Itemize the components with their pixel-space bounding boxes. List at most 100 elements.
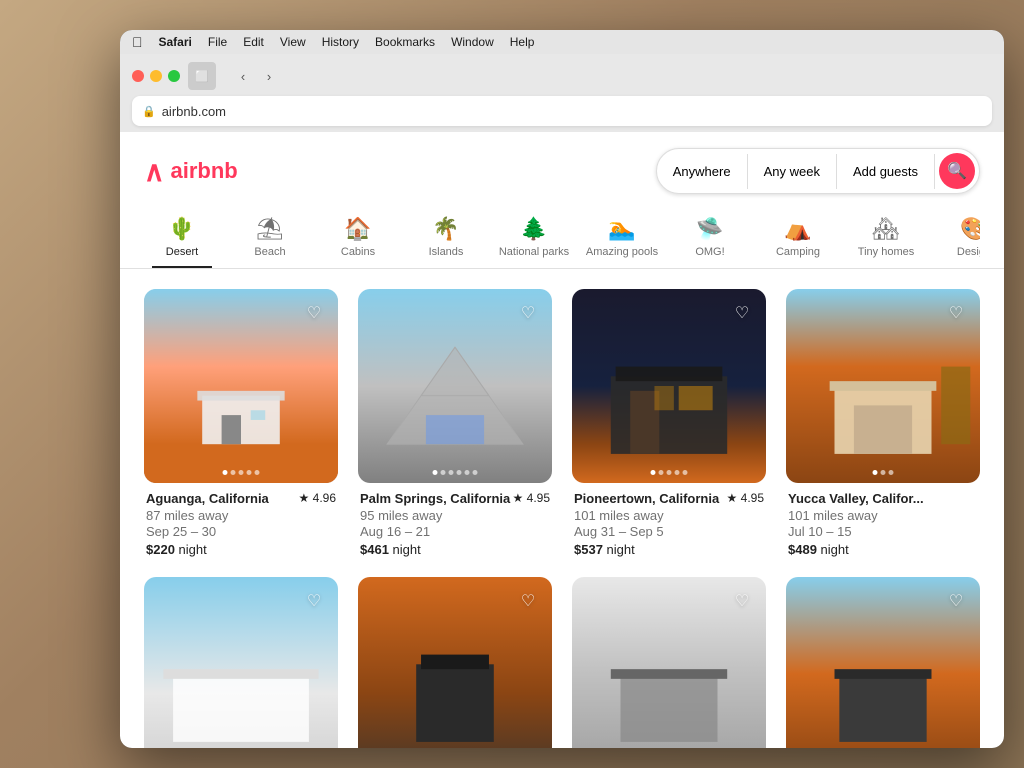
maximize-button[interactable] xyxy=(168,70,180,82)
category-camping[interactable]: ⛺ Camping xyxy=(768,210,828,268)
listing-dates: Sep 25 – 30 xyxy=(146,524,336,539)
dot xyxy=(247,470,252,475)
url-text: airbnb.com xyxy=(162,104,226,119)
category-nav: 🌵 Desert ⛱ Beach 🏠 Cabins 🌴 Islands 🌲 xyxy=(144,210,980,268)
search-bar: Anywhere Any week Add guests 🔍 xyxy=(656,148,980,194)
listing-image: ♡ xyxy=(786,289,980,483)
dot xyxy=(223,470,228,475)
forward-button[interactable]: › xyxy=(258,65,280,87)
category-islands[interactable]: 🌴 Islands xyxy=(416,210,476,268)
category-desert[interactable]: 🌵 Desert xyxy=(152,210,212,268)
search-any-week[interactable]: Any week xyxy=(748,154,837,189)
listing-rating: ★ 4.95 xyxy=(727,491,764,505)
search-add-guests[interactable]: Add guests xyxy=(837,154,935,189)
category-omg[interactable]: 🛸 OMG! xyxy=(680,210,740,268)
listing-info: Pioneertown, California ★ 4.95 101 miles… xyxy=(572,491,766,557)
desert-icon: 🌵 xyxy=(168,218,195,240)
dot xyxy=(873,470,878,475)
menu-edit[interactable]: Edit xyxy=(243,35,264,49)
listing-card[interactable]: ♡ xyxy=(786,577,980,748)
wishlist-button[interactable]: ♡ xyxy=(728,299,756,327)
category-design[interactable]: 🎨 Design xyxy=(944,210,980,268)
category-cabins[interactable]: 🏠 Cabins xyxy=(328,210,388,268)
search-button[interactable]: 🔍 xyxy=(939,153,975,189)
wishlist-button[interactable]: ♡ xyxy=(942,587,970,615)
category-amazing-pools[interactable]: 🏊 Amazing pools xyxy=(592,210,652,268)
dot xyxy=(667,470,672,475)
back-button[interactable]: ‹ xyxy=(232,65,254,87)
listing-title-row: Pioneertown, California ★ 4.95 xyxy=(574,491,764,506)
browser-chrome: ⬜ ‹ › 🔒 airbnb.com xyxy=(120,54,1004,132)
listing-info: Aguanga, California ★ 4.96 87 miles away… xyxy=(144,491,338,557)
menu-window[interactable]: Window xyxy=(451,35,494,49)
listing-card[interactable]: ♡ Palm Springs, California xyxy=(358,289,552,557)
dot xyxy=(889,470,894,475)
image-dots xyxy=(433,470,478,475)
listing-location: Aguanga, California xyxy=(146,491,269,506)
image-dots xyxy=(223,470,260,475)
listing-title-row: Palm Springs, California ★ 4.95 xyxy=(360,491,550,506)
category-national-parks-label: National parks xyxy=(499,246,569,258)
category-desert-label: Desert xyxy=(166,246,198,258)
listing-dates: Jul 10 – 15 xyxy=(788,524,978,539)
menu-file[interactable]: File xyxy=(208,35,227,49)
search-anywhere[interactable]: Anywhere xyxy=(657,154,748,189)
listing-location: Pioneertown, California xyxy=(574,491,719,506)
wishlist-button[interactable]: ♡ xyxy=(300,587,328,615)
category-amazing-pools-label: Amazing pools xyxy=(586,246,658,258)
airbnb-logo[interactable]: ∧ airbnb xyxy=(144,155,238,188)
omg-icon: 🛸 xyxy=(696,218,723,240)
camping-icon: ⛺ xyxy=(784,218,811,240)
listing-card[interactable]: ♡ xyxy=(358,577,552,748)
category-cabins-label: Cabins xyxy=(341,246,375,258)
wishlist-button[interactable]: ♡ xyxy=(514,299,542,327)
listing-card[interactable]: ♡ Aguanga, California ★ 4.96 xyxy=(144,289,338,557)
listing-info: Palm Springs, California ★ 4.95 95 miles… xyxy=(358,491,552,557)
listing-distance: 101 miles away xyxy=(788,508,978,523)
menu-help[interactable]: Help xyxy=(510,35,535,49)
airbnb-header: ∧ airbnb Anywhere Any week Add guests 🔍 … xyxy=(120,132,1004,269)
listing-card[interactable]: ♡ xyxy=(572,577,766,748)
category-national-parks[interactable]: 🌲 National parks xyxy=(504,210,564,268)
dot xyxy=(683,470,688,475)
traffic-lights xyxy=(132,70,180,82)
category-camping-label: Camping xyxy=(776,246,820,258)
listing-card[interactable]: ♡ Pioneertown, California ★ 4.95 xyxy=(572,289,766,557)
listing-dates: Aug 31 – Sep 5 xyxy=(574,524,764,539)
wishlist-button[interactable]: ♡ xyxy=(942,299,970,327)
app-name[interactable]: Safari xyxy=(159,35,192,49)
dot xyxy=(239,470,244,475)
header-top: ∧ airbnb Anywhere Any week Add guests 🔍 xyxy=(144,148,980,194)
dot xyxy=(457,470,462,475)
listing-card[interactable]: ♡ xyxy=(144,577,338,748)
listing-image: ♡ xyxy=(572,289,766,483)
dot xyxy=(659,470,664,475)
browser-nav: ‹ › xyxy=(232,65,280,87)
minimize-button[interactable] xyxy=(150,70,162,82)
address-bar[interactable]: 🔒 airbnb.com xyxy=(132,96,992,126)
category-tiny-homes[interactable]: 🏘 Tiny homes xyxy=(856,210,916,268)
listings-section: ♡ Aguanga, California ★ 4.96 xyxy=(120,269,1004,748)
listings-grid: ♡ Aguanga, California ★ 4.96 xyxy=(144,289,980,557)
image-dots xyxy=(651,470,688,475)
tab-icon: ⬜ xyxy=(188,62,216,90)
lock-icon: 🔒 xyxy=(142,105,156,118)
menu-bookmarks[interactable]: Bookmarks xyxy=(375,35,435,49)
wishlist-button[interactable]: ♡ xyxy=(514,587,542,615)
listing-location: Yucca Valley, Califor... xyxy=(788,491,924,506)
listing-card[interactable]: ♡ Yucca Valley, Califor... 101 miles awa xyxy=(786,289,980,557)
apple-menu[interactable]:  xyxy=(132,34,143,50)
dot xyxy=(255,470,260,475)
listing-price: $461 night xyxy=(360,542,550,557)
menu-history[interactable]: History xyxy=(322,35,359,49)
listing-image: ♡ xyxy=(786,577,980,748)
menu-view[interactable]: View xyxy=(280,35,306,49)
listing-image: ♡ xyxy=(144,577,338,748)
wishlist-button[interactable]: ♡ xyxy=(300,299,328,327)
close-button[interactable] xyxy=(132,70,144,82)
address-bar-row: 🔒 airbnb.com xyxy=(132,96,992,126)
wishlist-button[interactable]: ♡ xyxy=(728,587,756,615)
listing-info: Yucca Valley, Califor... 101 miles away … xyxy=(786,491,980,557)
category-beach[interactable]: ⛱ Beach xyxy=(240,210,300,268)
dot xyxy=(433,470,438,475)
